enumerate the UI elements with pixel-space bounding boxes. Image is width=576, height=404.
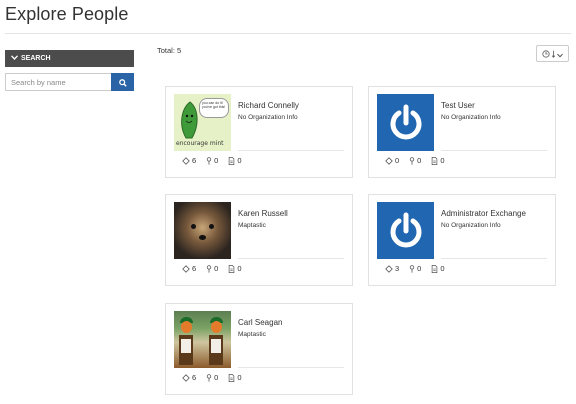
groups-stat: 6 — [182, 264, 196, 273]
map-pin-icon — [206, 264, 212, 273]
diamond-icon — [182, 156, 190, 165]
person-card[interactable]: Administrator Exchange No Organization I… — [368, 194, 556, 286]
document-icon — [228, 156, 235, 165]
person-stats: 3 0 0 — [385, 264, 445, 273]
diamond-icon — [385, 264, 393, 273]
avatar[interactable]: you can do it! you've got this! encourag… — [174, 94, 231, 151]
map-pin-icon — [409, 264, 415, 273]
power-icon — [377, 202, 434, 259]
title-divider — [5, 33, 571, 34]
groups-stat: 6 — [182, 156, 196, 165]
maps-count: 0 — [417, 264, 422, 273]
card-divider — [238, 258, 344, 259]
groups-stat: 6 — [182, 373, 196, 382]
person-stats: 0 0 0 — [385, 156, 445, 165]
document-icon — [228, 264, 235, 273]
person-name[interactable]: Richard Connelly — [238, 101, 299, 110]
groups-count: 6 — [192, 264, 197, 273]
documents-stat: 0 — [228, 373, 242, 382]
maps-stat: 0 — [409, 264, 421, 273]
maps-count: 0 — [417, 156, 422, 165]
sort-arrows-icon — [551, 46, 556, 61]
avatar[interactable] — [377, 202, 434, 259]
maps-stat: 0 — [409, 156, 421, 165]
results-total: Total: 5 — [157, 46, 182, 55]
person-card[interactable]: Carl Seagan Maptastic 6 0 0 — [165, 303, 353, 395]
maps-count: 0 — [214, 264, 219, 273]
map-pin-icon — [409, 156, 415, 165]
documents-count: 0 — [237, 264, 242, 273]
maps-stat: 0 — [206, 156, 218, 165]
clock-icon — [542, 46, 550, 61]
documents-stat: 0 — [431, 264, 445, 273]
person-stats: 6 0 0 — [182, 156, 242, 165]
documents-stat: 0 — [431, 156, 445, 165]
person-name[interactable]: Test User — [441, 101, 475, 110]
chevron-down-icon — [557, 46, 563, 61]
person-card[interactable]: you can do it! you've got this! encourag… — [165, 86, 353, 178]
search-section-toggle[interactable]: SEARCH — [5, 50, 134, 67]
documents-count: 0 — [237, 156, 242, 165]
maps-count: 0 — [214, 373, 219, 382]
maps-stat: 0 — [206, 264, 218, 273]
document-icon — [431, 264, 438, 273]
person-name[interactable]: Carl Seagan — [238, 318, 282, 327]
map-pin-icon — [206, 156, 212, 165]
search-button[interactable] — [111, 73, 134, 91]
person-stats: 6 0 0 — [182, 264, 242, 273]
avatar[interactable] — [174, 202, 231, 259]
diamond-icon — [385, 156, 393, 165]
page-title: Explore People — [5, 4, 129, 24]
encourage-mint-image: you can do it! you've got this! encourag… — [174, 94, 231, 151]
groups-count: 6 — [192, 373, 197, 382]
diamond-icon — [182, 264, 190, 273]
person-organization: No Organization Info — [441, 222, 501, 229]
sort-dropdown-button[interactable] — [536, 45, 569, 62]
card-divider — [238, 150, 344, 151]
oompa-loompa-photo — [174, 311, 231, 368]
documents-count: 0 — [237, 373, 242, 382]
groups-count: 0 — [395, 156, 400, 165]
card-divider — [441, 150, 547, 151]
diamond-icon — [182, 373, 190, 382]
search-icon — [118, 75, 127, 90]
person-card[interactable]: Karen Russell Maptastic 6 0 0 — [165, 194, 353, 286]
groups-stat: 3 — [385, 264, 399, 273]
person-name[interactable]: Administrator Exchange — [441, 209, 526, 218]
maps-count: 0 — [214, 156, 219, 165]
groups-stat: 0 — [385, 156, 399, 165]
documents-count: 0 — [440, 156, 445, 165]
person-card[interactable]: Test User No Organization Info 0 0 0 — [368, 86, 556, 178]
avatar[interactable] — [174, 311, 231, 368]
person-organization: Maptastic — [238, 222, 266, 229]
person-organization: No Organization Info — [441, 114, 501, 121]
avatar-bubble-text: you can do it! you've got this! — [199, 98, 229, 118]
avatar-caption: encourage mint — [176, 140, 224, 147]
power-icon — [377, 94, 434, 151]
maps-stat: 0 — [206, 373, 218, 382]
search-section-label: SEARCH — [21, 55, 51, 62]
card-divider — [441, 258, 547, 259]
chevron-down-icon — [11, 55, 21, 62]
documents-count: 0 — [440, 264, 445, 273]
document-icon — [228, 373, 235, 382]
person-stats: 6 0 0 — [182, 373, 242, 382]
search-input[interactable] — [5, 73, 111, 91]
groups-count: 6 — [192, 156, 197, 165]
person-name[interactable]: Karen Russell — [238, 209, 288, 218]
card-divider — [238, 367, 344, 368]
documents-stat: 0 — [228, 264, 242, 273]
avatar[interactable] — [377, 94, 434, 151]
documents-stat: 0 — [228, 156, 242, 165]
groups-count: 3 — [395, 264, 400, 273]
search-bar — [5, 73, 134, 91]
map-pin-icon — [206, 373, 212, 382]
person-organization: No Organization Info — [238, 114, 298, 121]
dog-photo — [174, 202, 231, 259]
document-icon — [431, 156, 438, 165]
person-organization: Maptastic — [238, 331, 266, 338]
